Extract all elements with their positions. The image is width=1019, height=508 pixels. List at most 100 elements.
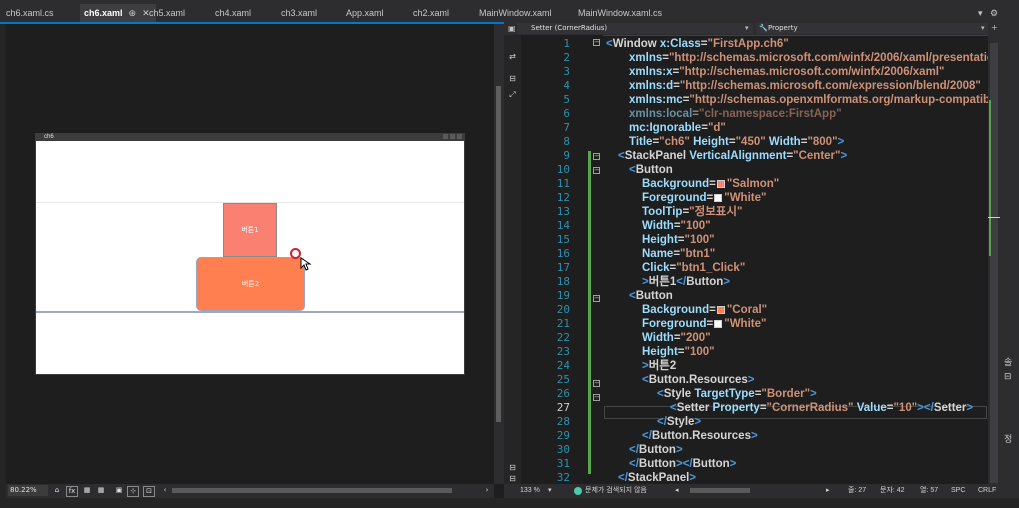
xaml-code-editor[interactable]: <Window x:Class="FirstApp.ch6" xmlns="ht… <box>604 35 988 484</box>
line-number: 23 <box>556 345 570 358</box>
line-number: 18 <box>556 275 570 288</box>
code-line-16: Name="btn1" <box>642 248 716 260</box>
tab-label: MainWindow.xaml.cs <box>578 8 663 18</box>
fold-toggle-icon[interactable]: − <box>593 380 600 387</box>
code-line-13: ToolTip="정보표시" <box>642 206 743 218</box>
tool-window-icon[interactable]: 정 <box>1004 432 1012 445</box>
line-number: 10 <box>556 163 570 176</box>
scrollbar-thumb[interactable] <box>990 43 998 483</box>
editor-zoom-dropdown[interactable]: 133 % <box>520 484 540 498</box>
scrollbar-caret-marker <box>988 217 1000 218</box>
line-number: 5 <box>563 93 570 106</box>
document-tab-bar: ch6.xaml.cs ch6.xaml ⊕ ✕ ch5.xaml ch4.xaml… <box>0 0 1000 24</box>
tab-ch5-xaml[interactable]: ch5.xaml <box>149 4 185 22</box>
code-line-20: Background= "Coral" <box>642 304 768 316</box>
preview-button-2[interactable]: 버튼2 <box>196 257 305 311</box>
code-line-26: <Style TargetType="Border"> <box>657 388 817 400</box>
whitespace-indicator[interactable]: SPC <box>951 484 965 498</box>
code-line-2: xmlns="http://schemas.microsoft.com/winf… <box>629 52 988 64</box>
pin-icon[interactable]: ⊕ <box>129 8 137 18</box>
collapse-pane-icon[interactable]: ⊟ <box>508 74 517 83</box>
chevron-down-icon[interactable]: ▾ <box>745 24 749 32</box>
pane-top-icon[interactable]: ⊟ <box>508 463 517 472</box>
tool-window-icon[interactable]: ⊟ <box>1004 372 1012 382</box>
line-number: 9 <box>563 149 570 162</box>
code-line-4: xmlns:d="http://schemas.microsoft.com/ex… <box>629 80 981 92</box>
fold-toggle-icon[interactable]: − <box>593 167 600 174</box>
line-ending-indicator[interactable]: CRLF <box>978 484 996 498</box>
code-line-7: mc:Ignorable="d" <box>629 122 726 134</box>
code-line-18: >버튼1</Button> <box>642 276 730 288</box>
editor-horizontal-scrollbar[interactable] <box>690 488 750 493</box>
code-line-25: <Button.Resources> <box>642 374 755 386</box>
line-indicator[interactable]: 줄: 27 <box>848 484 866 498</box>
tab-ch6-xaml[interactable]: ch6.xaml ⊕ ✕ <box>80 4 156 22</box>
preview-button-1[interactable]: 버튼1 <box>223 203 277 257</box>
tab-app-xaml[interactable]: App.xaml <box>346 4 384 22</box>
fold-toggle-icon[interactable]: − <box>593 39 600 46</box>
line-number: 1 <box>563 37 570 50</box>
add-icon[interactable]: + <box>991 23 998 32</box>
color-swatch-icon <box>716 305 725 314</box>
window-title: ch6 <box>44 134 54 140</box>
tab-label: ch4.xaml <box>215 8 252 18</box>
fold-toggle-icon[interactable]: − <box>593 394 600 401</box>
window-titlebar <box>36 133 464 141</box>
tab-ch3-xaml[interactable]: ch3.xaml <box>281 4 317 22</box>
property-dropdown[interactable]: Property <box>756 23 988 34</box>
device-icon[interactable]: ⊡ <box>143 486 155 497</box>
line-number: 24 <box>556 359 570 372</box>
line-number: 17 <box>556 261 570 274</box>
scroll-right-icon[interactable]: › <box>482 486 492 495</box>
grid-icon[interactable]: ▦ <box>82 486 92 495</box>
chevron-down-icon[interactable]: ▾ <box>981 24 985 32</box>
element-dropdown[interactable]: Setter (CornerRadius) <box>517 23 753 34</box>
line-number: 31 <box>556 457 570 470</box>
zoom-to-fit-icon[interactable]: ⌂ <box>52 486 62 495</box>
chevron-down-icon[interactable]: ▾ <box>548 484 552 498</box>
tab-label: ch2.xaml <box>413 8 450 18</box>
designer-zoom-dropdown[interactable]: 80.22% <box>8 485 48 496</box>
fold-toggle-icon[interactable]: − <box>593 153 600 160</box>
line-number: 27 <box>556 401 570 414</box>
code-line-24: >버튼2 <box>642 360 677 372</box>
snap-grid-icon[interactable]: ▦ <box>96 486 106 495</box>
no-issues-icon <box>574 487 582 495</box>
tab-list-dropdown-icon[interactable]: ▾ <box>978 4 983 22</box>
issues-status[interactable]: 문제가 검색되지 않음 <box>585 484 647 498</box>
close-icon <box>457 134 462 139</box>
scope-icon[interactable]: ⤢ <box>508 90 517 99</box>
layout-guide-line <box>36 311 464 313</box>
scroll-right-icon[interactable]: ▸ <box>826 484 830 498</box>
column-indicator[interactable]: 문자: 42 <box>880 484 905 498</box>
tab-ch6-xaml-cs[interactable]: ch6.xaml.cs <box>6 4 54 22</box>
code-line-12: Foreground= "White" <box>642 192 767 204</box>
scroll-left-icon[interactable]: ‹ <box>160 486 170 495</box>
color-swatch-icon <box>714 319 723 328</box>
tab-ch4-xaml[interactable]: ch4.xaml <box>215 4 251 22</box>
scrollbar-thumb[interactable] <box>496 86 501 422</box>
split-icon[interactable]: ▣ <box>508 24 516 33</box>
change-tracking-bar <box>588 151 591 474</box>
code-line-10: <Button <box>629 164 673 176</box>
snap-lines-icon[interactable]: ⊹ <box>127 486 139 497</box>
pane-bottom-icon[interactable]: ⊟ <box>508 474 517 483</box>
maximize-icon <box>450 134 455 139</box>
code-line-6: xmlns:local="clr-namespace:FirstApp" <box>629 108 842 120</box>
code-line-21: Foreground= "White" <box>642 318 767 330</box>
line-number: 32 <box>556 471 570 484</box>
fold-toggle-icon[interactable]: − <box>593 295 600 302</box>
designer-horizontal-scrollbar[interactable] <box>172 488 452 493</box>
tab-mainwindow-xaml-cs[interactable]: MainWindow.xaml.cs <box>578 4 662 22</box>
tool-window-icon[interactable]: 솔 <box>1004 355 1012 368</box>
position-indicator[interactable]: 열: 57 <box>920 484 938 498</box>
tab-label: ch6.xaml <box>84 8 123 18</box>
scroll-left-icon[interactable]: ◂ <box>675 484 679 498</box>
tab-mainwindow-xaml[interactable]: MainWindow.xaml <box>479 4 552 22</box>
tab-ch2-xaml[interactable]: ch2.xaml <box>413 4 449 22</box>
effects-icon[interactable]: fx <box>66 486 78 497</box>
artboard-icon[interactable]: ▣ <box>114 486 124 495</box>
code-line-17: Click="btn1_Click" <box>642 262 746 274</box>
settings-icon[interactable]: ⚙ <box>990 4 998 22</box>
swap-panes-icon[interactable]: ⇄ <box>508 52 517 61</box>
